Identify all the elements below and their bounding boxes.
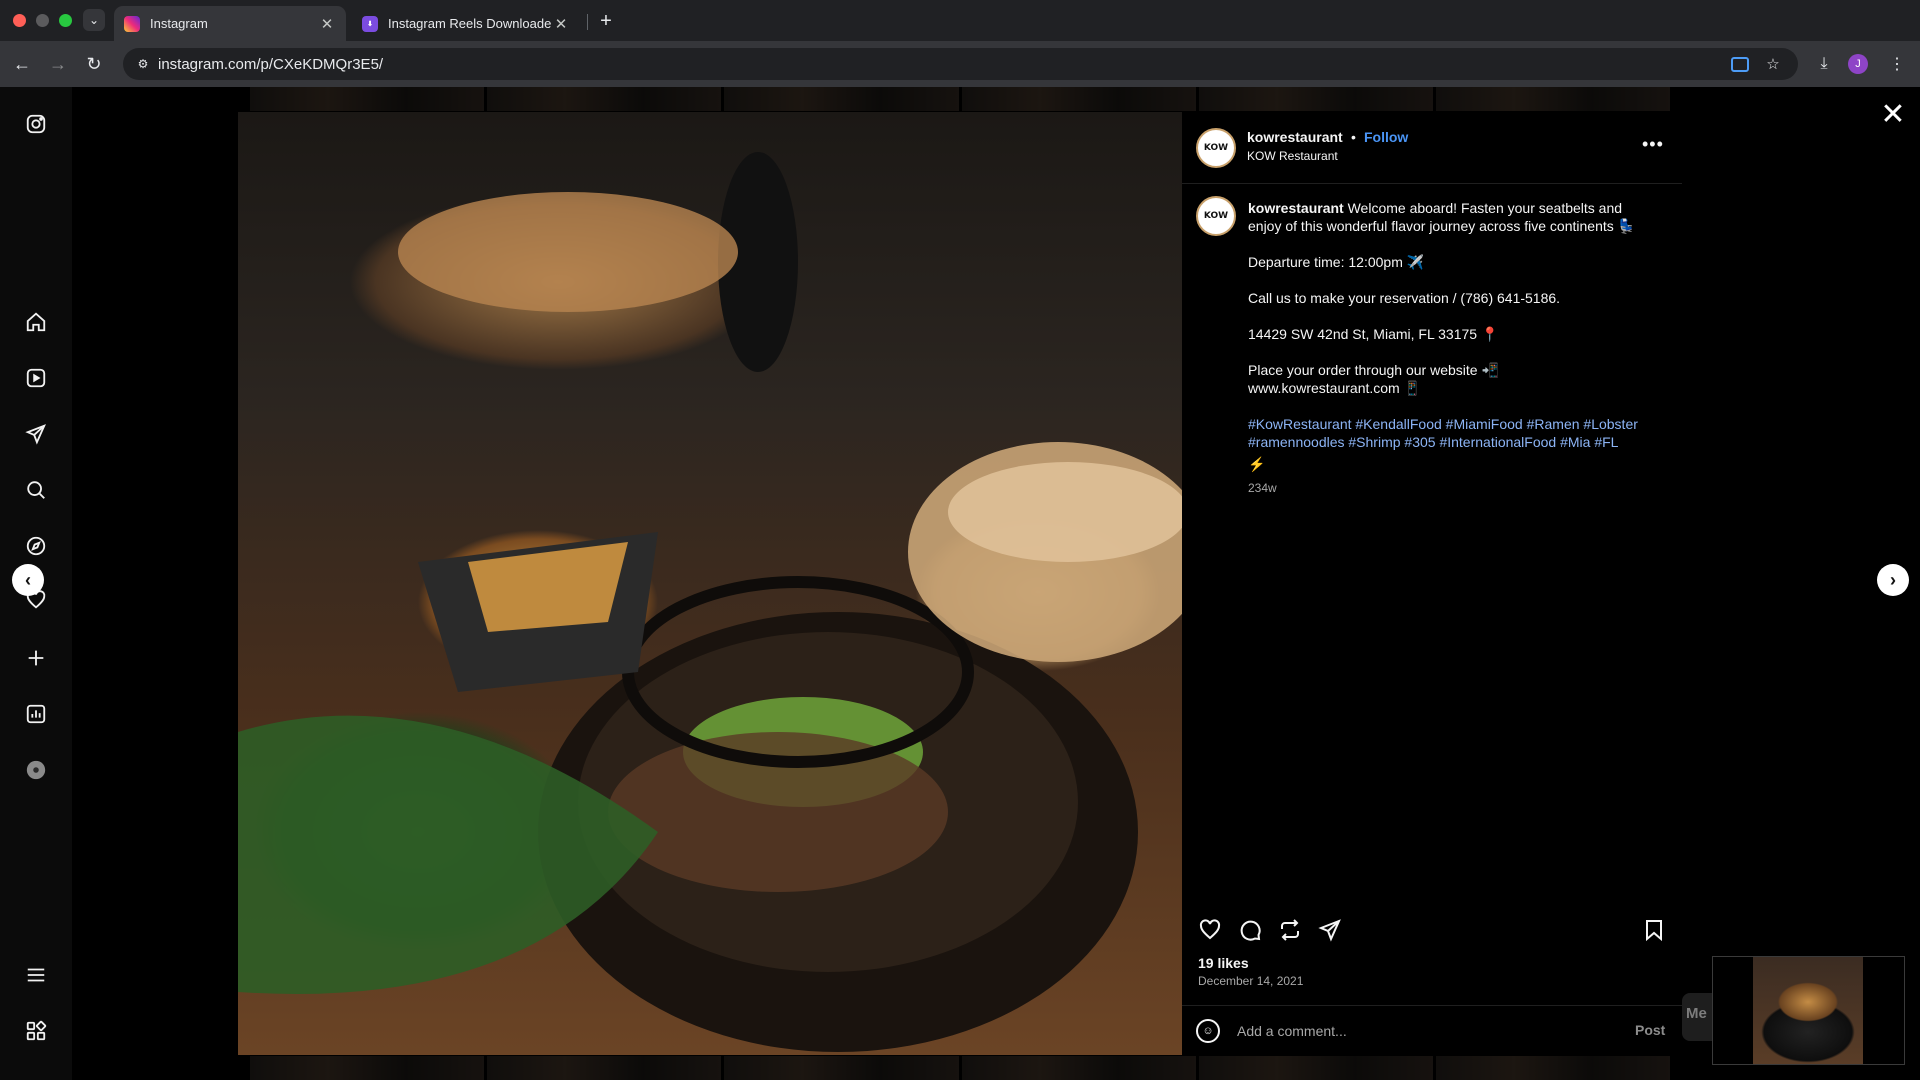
post-actions — [1182, 910, 1682, 950]
tab-search-icon[interactable]: ⌄ — [83, 9, 105, 31]
tab-instagram[interactable]: Instagram ✕ — [114, 6, 346, 41]
messages-peek-button[interactable]: Me — [1682, 993, 1714, 1041]
profile-icon[interactable] — [23, 757, 49, 783]
likes-count[interactable]: 19 likes — [1198, 955, 1249, 971]
tab-title: Instagram — [150, 16, 208, 31]
caption-order: Place your order through our website 📲 w… — [1248, 362, 1499, 396]
apps-icon[interactable] — [23, 1018, 49, 1044]
post-caption: kowrestaurant Welcome aboard! Fasten you… — [1248, 199, 1648, 497]
comment-icon[interactable] — [1236, 916, 1264, 944]
username-link[interactable]: kowrestaurant — [1247, 129, 1343, 145]
kebab-menu-icon[interactable]: ⋮ — [1885, 52, 1909, 76]
create-icon[interactable] — [23, 645, 49, 671]
avatar[interactable]: KOW — [1196, 128, 1236, 168]
pip-thumbnail — [1753, 957, 1863, 1064]
reload-icon[interactable]: ↻ — [82, 52, 106, 76]
close-icon[interactable]: ✕ — [318, 15, 336, 33]
caption-timestamp[interactable]: 234w — [1248, 479, 1648, 497]
menu-icon[interactable] — [23, 962, 49, 988]
post-side-panel: KOW kowrestaurant • Follow KOW Restauran… — [1182, 112, 1682, 1055]
search-icon[interactable] — [23, 477, 49, 503]
chevron-right-icon[interactable]: › — [1877, 564, 1909, 596]
bookmark-icon[interactable] — [1640, 916, 1668, 944]
location-link[interactable]: KOW Restaurant — [1247, 149, 1338, 163]
reels-icon[interactable] — [23, 365, 49, 391]
dashboard-icon[interactable] — [23, 701, 49, 727]
close-icon[interactable]: ✕ — [552, 15, 570, 33]
caption-call: Call us to make your reservation / (786)… — [1248, 290, 1561, 306]
separator-dot: • — [1351, 129, 1356, 145]
star-icon[interactable]: ☆ — [1764, 55, 1782, 73]
browser-toolbar: ← → ↻ ⚙ instagram.com/p/CXeKDMQr3E5/ ☆ ⤓… — [0, 41, 1920, 87]
instagram-logo-icon[interactable] — [23, 111, 49, 137]
minimize-window-button[interactable] — [36, 14, 49, 27]
download-icon[interactable]: ⤓ — [1812, 52, 1836, 76]
forward-icon[interactable]: → — [46, 52, 70, 76]
tab-title: Instagram Reels Downloader — [388, 16, 552, 31]
caption-username[interactable]: kowrestaurant — [1248, 200, 1344, 216]
picture-in-picture-preview[interactable] — [1712, 956, 1905, 1065]
address-bar[interactable]: ⚙ instagram.com/p/CXeKDMQr3E5/ ☆ — [123, 48, 1798, 80]
caption-emoji-line: ⚡ — [1248, 456, 1266, 472]
home-icon[interactable] — [23, 309, 49, 335]
browser-tab-bar: ⌄ Instagram ✕ ⬇ Instagram Reels Download… — [0, 0, 1920, 41]
explore-icon[interactable] — [23, 533, 49, 559]
avatar[interactable]: KOW — [1196, 196, 1236, 236]
maximize-window-button[interactable] — [59, 14, 72, 27]
more-options-icon[interactable]: ••• — [1642, 134, 1664, 155]
follow-button[interactable]: Follow — [1364, 129, 1408, 145]
share-icon[interactable] — [1316, 916, 1344, 944]
tab-reels-downloader[interactable]: ⬇ Instagram Reels Downloader ✕ — [352, 6, 580, 41]
back-icon[interactable]: ← — [10, 52, 34, 76]
comment-input[interactable] — [1237, 1019, 1597, 1043]
repost-icon[interactable] — [1276, 916, 1304, 944]
chevron-left-icon[interactable]: ‹ — [12, 564, 44, 596]
heart-icon[interactable] — [1196, 916, 1224, 944]
profile-avatar[interactable]: J — [1848, 54, 1868, 74]
url-text[interactable]: instagram.com/p/CXeKDMQr3E5/ — [158, 56, 383, 73]
messages-icon[interactable] — [23, 421, 49, 447]
caption-departure: Departure time: 12:00pm ✈️ — [1248, 254, 1425, 270]
caption-hashtags[interactable]: #KowRestaurant #KendallFood #MiamiFood #… — [1248, 415, 1648, 451]
plus-icon[interactable]: + — [594, 9, 618, 33]
comment-bar: ☺ Post — [1182, 1005, 1682, 1055]
close-icon[interactable]: ✕ — [1880, 100, 1906, 130]
downloader-favicon-icon: ⬇ — [362, 15, 378, 32]
tab-divider — [587, 14, 588, 30]
post-image[interactable] — [238, 112, 1182, 1055]
post-date[interactable]: December 14, 2021 — [1198, 974, 1303, 988]
close-window-button[interactable] — [13, 14, 26, 27]
post-header: KOW kowrestaurant • Follow KOW Restauran… — [1182, 112, 1682, 184]
cast-icon[interactable] — [1731, 57, 1749, 72]
instagram-favicon-icon — [124, 15, 140, 32]
caption-address: 14429 SW 42nd St, Miami, FL 33175 📍 — [1248, 326, 1499, 342]
site-info-icon[interactable]: ⚙ — [135, 56, 151, 72]
post-comment-button[interactable]: Post — [1635, 1022, 1665, 1038]
emoji-icon[interactable]: ☺ — [1196, 1019, 1220, 1043]
